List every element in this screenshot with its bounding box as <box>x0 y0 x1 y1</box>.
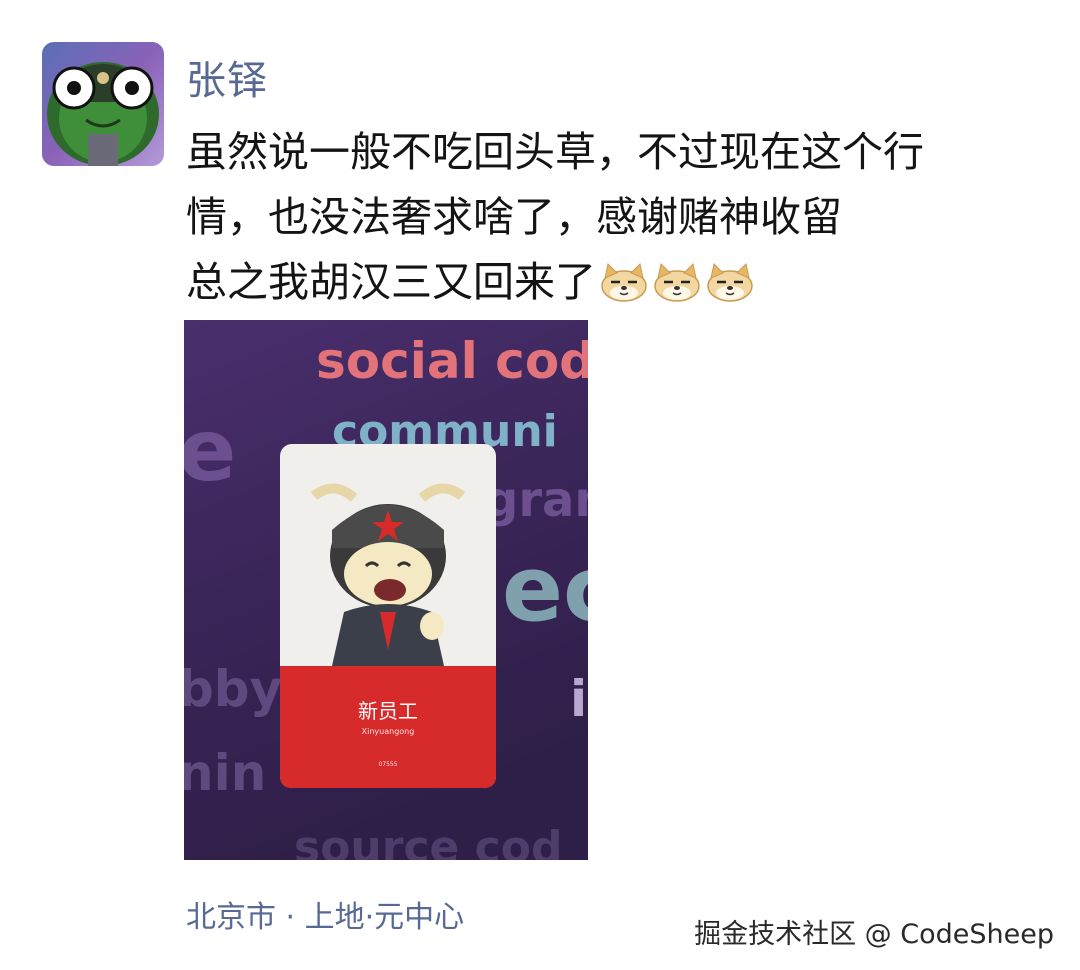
wall-text: nin <box>184 744 266 802</box>
badge-photo: social cod communi gram e ec bby i nin s… <box>184 320 588 860</box>
post-text-line-3: 总之我胡汉三又回来了 <box>186 258 596 306</box>
badge-pinyin: Xinyuangong <box>362 727 415 736</box>
location-link[interactable]: 北京市 · 上地·元中心 <box>186 892 464 936</box>
employee-badge: 新员工 Xinyuangong 07555 <box>280 444 496 788</box>
wall-text: source cod <box>294 822 563 860</box>
watermark: 掘金技术社区 @ CodeSheep <box>694 919 1054 950</box>
badge-number: 07555 <box>378 761 397 768</box>
frog-avatar-image <box>42 42 164 166</box>
post-photo[interactable]: social cod communi gram e ec bby i nin s… <box>184 320 588 860</box>
wall-text: bby <box>184 660 282 718</box>
badge-title: 新员工 <box>358 699 418 723</box>
post-text: 虽然说一般不吃回头草，不过现在这个行 情，也没法奢求啥了，感谢赌神收留 总之我胡… <box>186 120 1046 315</box>
doge-emoji-icon <box>601 262 647 302</box>
wall-text: i <box>570 670 587 728</box>
post-text-line: 情，也没法奢求啥了，感谢赌神收留 <box>186 193 842 241</box>
wall-text: ec <box>502 537 588 642</box>
wall-text: e <box>184 401 236 501</box>
avatar[interactable] <box>42 42 164 166</box>
doge-emoji-icon <box>707 262 753 302</box>
doge-emoji-icon <box>654 262 700 302</box>
post-text-line: 总之我胡汉三又回来了 <box>186 250 1046 315</box>
author-name[interactable]: 张铎 <box>186 48 268 106</box>
wall-text: social cod <box>316 332 588 390</box>
wall-text: gram <box>484 472 588 528</box>
post-text-line: 虽然说一般不吃回头草，不过现在这个行 <box>186 128 924 176</box>
